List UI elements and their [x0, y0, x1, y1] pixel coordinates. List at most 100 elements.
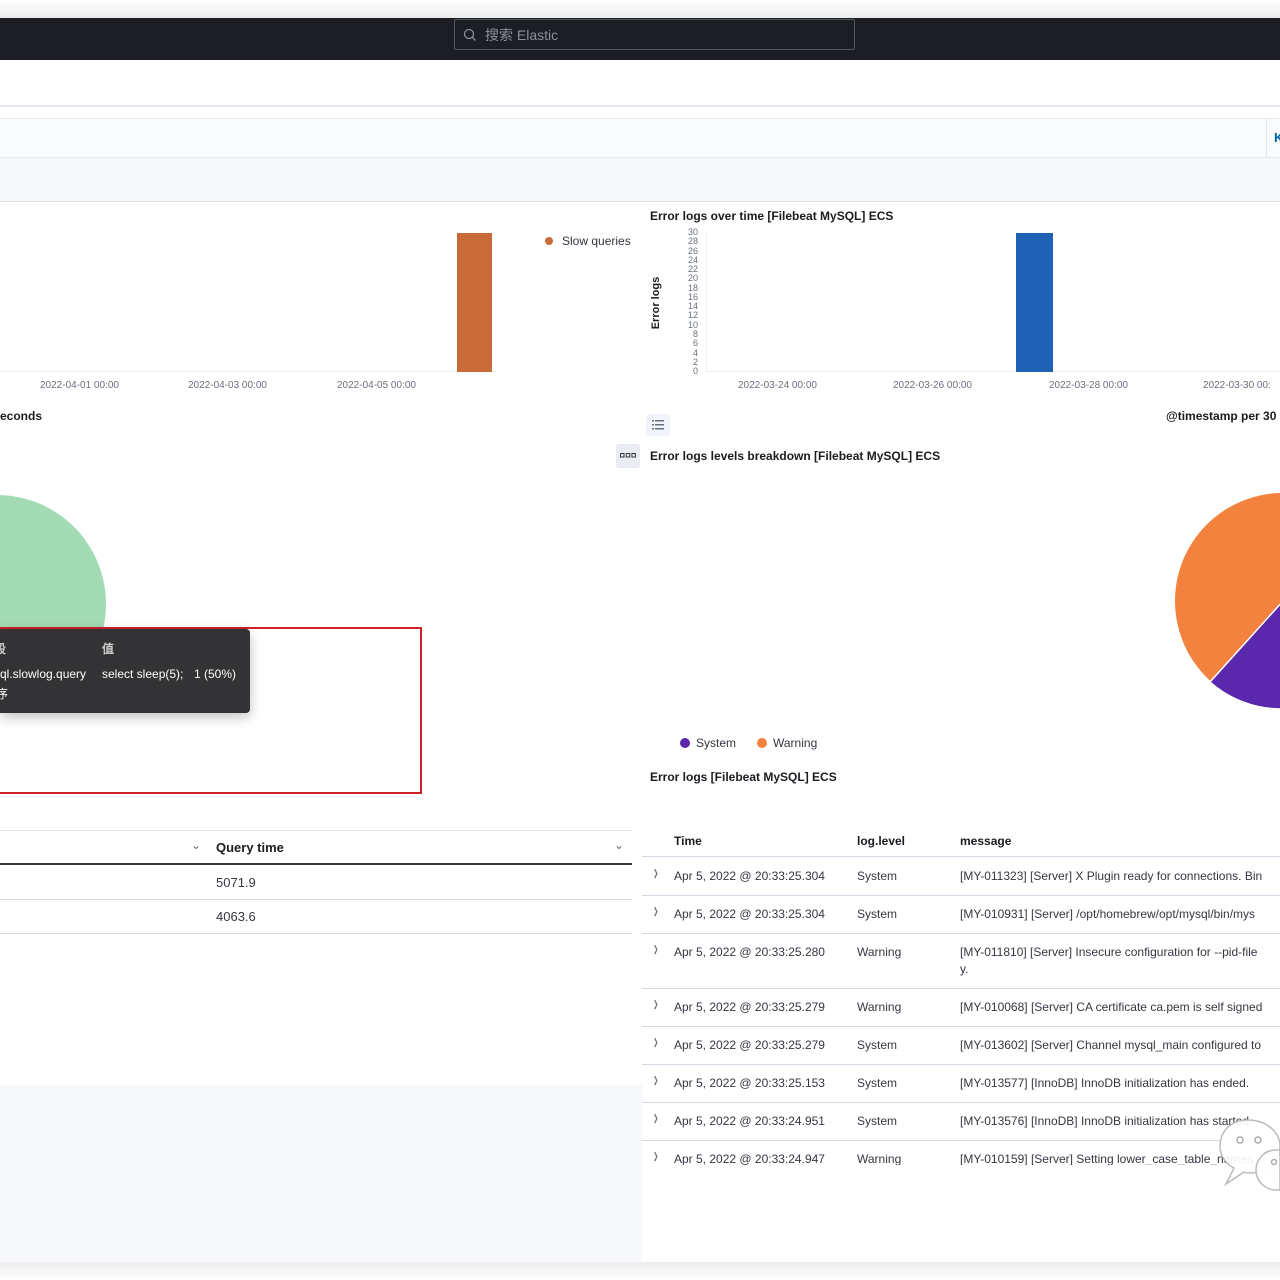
- breadcrumb-bar: [0, 60, 1280, 107]
- expand-row-chevron-icon[interactable]: ❯: [653, 1151, 658, 1162]
- log-message: [MY-013602] [Server] Channel mysql_main …: [960, 1038, 1262, 1052]
- column-menu-chevron-icon[interactable]: ⌄: [614, 838, 624, 852]
- log-message: [MY-010931] [Server] /opt/homebrew/opt/m…: [960, 907, 1256, 921]
- window-top-edge: [0, 0, 1280, 18]
- log-time: Apr 5, 2022 @ 20:33:25.304: [674, 907, 825, 921]
- slow-queries-bar[interactable]: [457, 233, 492, 372]
- y-tick: 0: [692, 366, 698, 377]
- wechat-watermark-icon: [1219, 1119, 1280, 1191]
- y-axis-label-text: Error logs: [650, 276, 662, 330]
- expand-row-chevron-icon[interactable]: ❯: [653, 868, 658, 879]
- log-time: Apr 5, 2022 @ 20:33:24.947: [674, 1152, 825, 1165]
- legend-item-system[interactable]: System: [680, 736, 736, 750]
- legend-label: Slow queries: [562, 234, 631, 248]
- tooltip-header-value: 值: [102, 642, 115, 656]
- panel-options-button[interactable]: [616, 444, 640, 468]
- levels-breakdown-title: Error logs levels breakdown [Filebeat My…: [650, 449, 941, 463]
- log-level: System: [857, 1076, 898, 1090]
- slow-query-table: ⌄ Query time ⌄ 5071.9 4063.6: [0, 830, 632, 934]
- x-tick: 2022-03-24 00:00: [738, 380, 817, 391]
- sort-chevron-icon[interactable]: ⌄: [191, 838, 201, 852]
- slow-queries-legend[interactable]: Slow queries: [545, 234, 631, 248]
- legend-label: System: [696, 736, 737, 750]
- log-table-row: ❯ Apr 5, 2022 @ 20:33:24.947 Warning [MY-01…: [642, 1141, 1280, 1165]
- log-table-row: ❯ Apr 5, 2022 @ 20:33:25.153 System [MY-013…: [642, 1065, 1280, 1103]
- log-level: Warning: [857, 1152, 902, 1165]
- error-logs-table: Time log.level message ❯ Apr 5, 2022 @ 20…: [642, 820, 1280, 1165]
- x-tick: 2022-04-03 00:00: [188, 380, 267, 391]
- list-icon: [652, 420, 664, 430]
- error-logs-over-time-panel: Error logs over time [Filebeat MySQL] EC…: [642, 203, 1280, 428]
- x-tick: 2022-03-26 00:00: [893, 380, 972, 391]
- pie-slice-query[interactable]: [0, 495, 106, 635]
- table-header: ⌄ Query time ⌄: [0, 831, 632, 865]
- y-tick: 20: [687, 273, 698, 284]
- column-header-log-level[interactable]: log.level: [857, 834, 905, 848]
- log-level: Warning: [857, 945, 902, 959]
- search-placeholder: 搜索 Elastic: [485, 26, 559, 43]
- y-axis-label: Error logs: [650, 273, 666, 333]
- query-bar[interactable]: [0, 118, 1266, 158]
- x-tick: 2022-04-05 00:00: [337, 380, 416, 391]
- dashboard-empty-area: [0, 1085, 642, 1263]
- log-table-row: ❯ Apr 5, 2022 @ 20:33:25.279 System [MY-013…: [642, 1027, 1280, 1065]
- log-message-continued: y.: [960, 962, 969, 976]
- error-logs-bar[interactable]: [1016, 233, 1053, 372]
- log-table-row: ❯ Apr 5, 2022 @ 20:33:25.304 System [MY-010…: [642, 896, 1280, 934]
- y-axis-line: [706, 233, 707, 372]
- expand-row-chevron-icon[interactable]: ❯: [653, 944, 658, 955]
- slow-queries-axis-line: [0, 371, 495, 372]
- log-time: Apr 5, 2022 @ 20:33:25.304: [674, 869, 825, 883]
- query-language-toggle[interactable]: K: [1266, 118, 1280, 158]
- log-level: System: [857, 1114, 898, 1128]
- log-level: System: [857, 907, 898, 921]
- table-row: 5071.9: [0, 866, 632, 900]
- expand-row-chevron-icon[interactable]: ❯: [653, 1037, 658, 1048]
- table-header: Time log.level message: [642, 820, 1280, 857]
- log-message: [MY-010068] [Server] CA certificate ca.p…: [960, 1000, 1263, 1014]
- column-header-message[interactable]: message: [960, 834, 1011, 848]
- legend-dot-icon: [680, 738, 690, 748]
- log-message: [MY-011323] [Server] X Plugin ready for …: [960, 869, 1263, 883]
- tooltip-value: select sleep(5);: [102, 667, 184, 681]
- log-table-row: ❯ Apr 5, 2022 @ 20:33:25.280 Warning [MY-01…: [642, 934, 1280, 989]
- axis-label-truncated: econds: [0, 409, 43, 423]
- expand-row-chevron-icon[interactable]: ❯: [653, 999, 658, 1010]
- log-table-row: ❯ Apr 5, 2022 @ 20:33:24.951 System [MY-013…: [642, 1103, 1280, 1141]
- log-time: Apr 5, 2022 @ 20:33:24.951: [674, 1114, 825, 1128]
- log-message: [MY-013577] [InnoDB] InnoDB initializati…: [960, 1076, 1250, 1090]
- x-tick: 2022-03-30 00:: [1203, 380, 1271, 391]
- query-time-value: 5071.9: [216, 875, 256, 890]
- global-search-input[interactable]: 搜索 Elastic: [454, 19, 855, 50]
- log-message: [MY-013576] [InnoDB] InnoDB initializati…: [960, 1114, 1253, 1128]
- more-options-icon: [620, 453, 636, 458]
- tooltip-header-key: 段: [0, 642, 7, 656]
- slow-queries-panel: Slow queries 2022-04-01 00:00 2022-04-03…: [0, 203, 640, 428]
- slow-query-pie: [0, 495, 106, 635]
- tooltip-field: ql.slowlog.query: [0, 667, 87, 681]
- log-level: System: [857, 1038, 898, 1052]
- x-axis-line: [706, 371, 1280, 372]
- search-icon: [463, 28, 476, 41]
- log-time: Apr 5, 2022 @ 20:33:25.279: [674, 1038, 825, 1052]
- column-header-time[interactable]: Time: [674, 834, 702, 848]
- pie-tooltip: 段 值 ql.slowlog.query 序 select sleep(5); …: [0, 629, 250, 713]
- x-axis-label: @timestamp per 30: [1166, 409, 1277, 423]
- tooltip-field-suffix: 序: [0, 687, 9, 701]
- column-header-query-time[interactable]: Query time: [216, 840, 284, 855]
- legend-item-warning[interactable]: Warning: [757, 736, 817, 750]
- levels-breakdown-pie: [1175, 493, 1280, 710]
- log-table-row: ❯ Apr 5, 2022 @ 20:33:25.304 System [MY-011…: [642, 858, 1280, 896]
- filter-row: [0, 158, 1280, 202]
- log-level: System: [857, 869, 898, 883]
- log-message: [MY-010159] [Server] Setting lower_case_…: [960, 1152, 1254, 1165]
- legend-dot-icon: [757, 738, 767, 748]
- y-tick: 28: [687, 236, 698, 247]
- expand-row-chevron-icon[interactable]: ❯: [653, 1113, 658, 1124]
- expand-row-chevron-icon[interactable]: ❯: [653, 906, 658, 917]
- window-bottom-edge: [0, 1262, 1280, 1280]
- legend-dot-icon: [545, 237, 553, 245]
- expand-row-chevron-icon[interactable]: ❯: [653, 1075, 658, 1086]
- legend-toggle-button[interactable]: [646, 414, 670, 436]
- tooltip-count: 1 (50%): [194, 667, 237, 681]
